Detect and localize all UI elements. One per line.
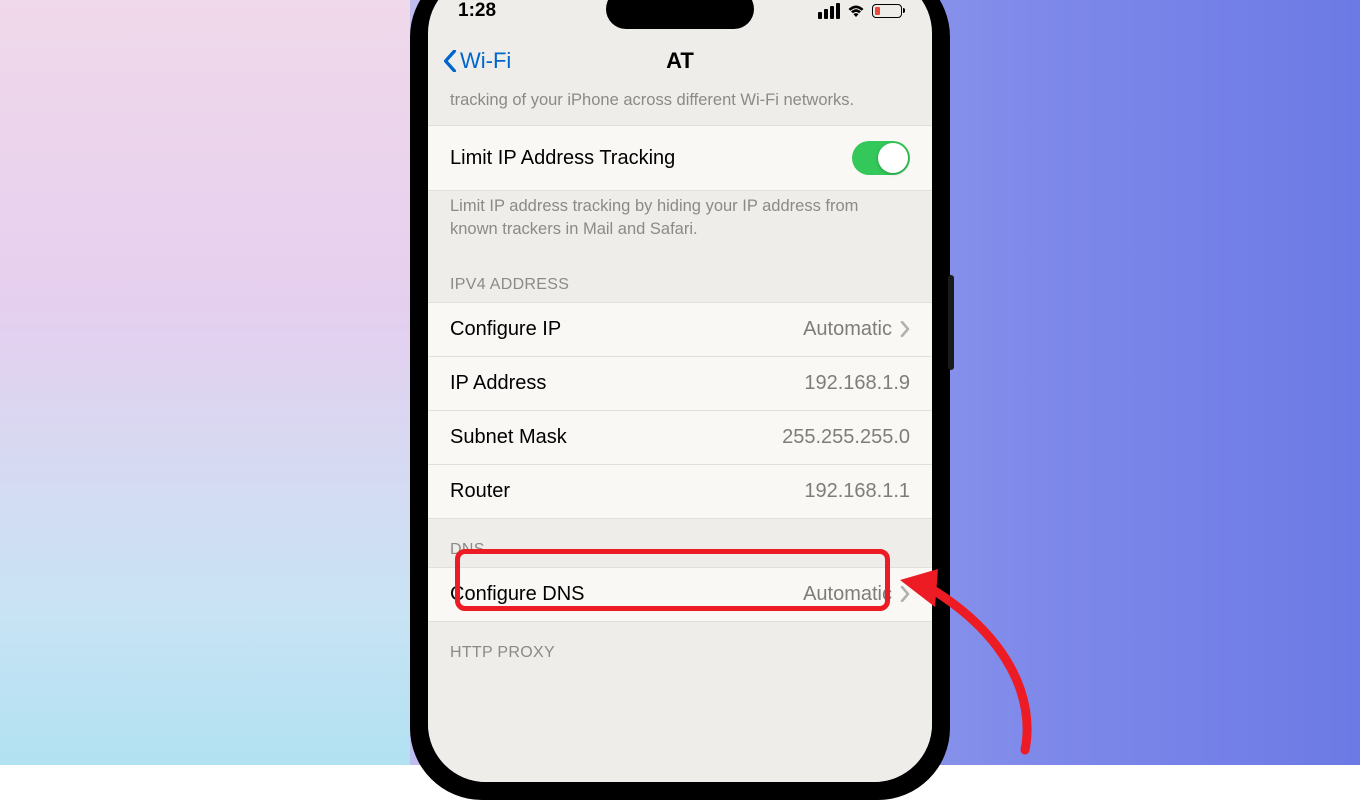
phone-screen: 1:28 Wi-Fi AT [428, 0, 932, 782]
wifi-icon [846, 3, 866, 19]
subnet-mask-value: 255.255.255.0 [782, 426, 910, 449]
ip-address-label: IP Address [450, 372, 546, 395]
configure-dns-row[interactable]: Configure DNS Automatic [428, 567, 932, 622]
chevron-left-icon [442, 50, 458, 72]
cellular-signal-icon [818, 3, 840, 19]
ip-address-value: 192.168.1.9 [804, 372, 910, 395]
battery-icon [872, 4, 902, 18]
limit-ip-tracking-row[interactable]: Limit IP Address Tracking [428, 125, 932, 191]
nav-title: AT [666, 48, 694, 74]
status-right [818, 3, 902, 19]
configure-ip-value: Automatic [803, 318, 910, 341]
subnet-mask-label: Subnet Mask [450, 426, 567, 449]
dynamic-island [606, 0, 754, 29]
chevron-right-icon [900, 321, 910, 337]
limit-ip-toggle[interactable] [852, 141, 910, 175]
private-address-footer: tracking of your iPhone across different… [428, 85, 932, 125]
power-button [948, 275, 954, 370]
limit-ip-footer: Limit IP address tracking by hiding your… [428, 191, 932, 254]
ip-address-row: IP Address 192.168.1.9 [428, 357, 932, 411]
phone-frame: 1:28 Wi-Fi AT [410, 0, 950, 800]
chevron-right-icon [900, 586, 910, 602]
dns-header: DNS [428, 519, 932, 567]
configure-dns-label: Configure DNS [450, 583, 585, 606]
status-time: 1:28 [458, 0, 496, 22]
background-left-gradient [0, 0, 410, 765]
configure-ip-label: Configure IP [450, 318, 561, 341]
settings-content: tracking of your iPhone across different… [428, 85, 932, 782]
back-label: Wi-Fi [460, 48, 511, 74]
navigation-bar: Wi-Fi AT [428, 37, 932, 85]
router-label: Router [450, 480, 510, 503]
router-value: 192.168.1.1 [804, 480, 910, 503]
http-proxy-header: HTTP PROXY [428, 622, 932, 670]
subnet-mask-row: Subnet Mask 255.255.255.0 [428, 411, 932, 465]
back-button[interactable]: Wi-Fi [442, 48, 511, 74]
configure-ip-row[interactable]: Configure IP Automatic [428, 302, 932, 357]
configure-dns-value: Automatic [803, 583, 910, 606]
ipv4-header: IPV4 ADDRESS [428, 254, 932, 302]
limit-ip-label: Limit IP Address Tracking [450, 147, 675, 170]
battery-fill [875, 7, 880, 15]
router-row: Router 192.168.1.1 [428, 465, 932, 519]
